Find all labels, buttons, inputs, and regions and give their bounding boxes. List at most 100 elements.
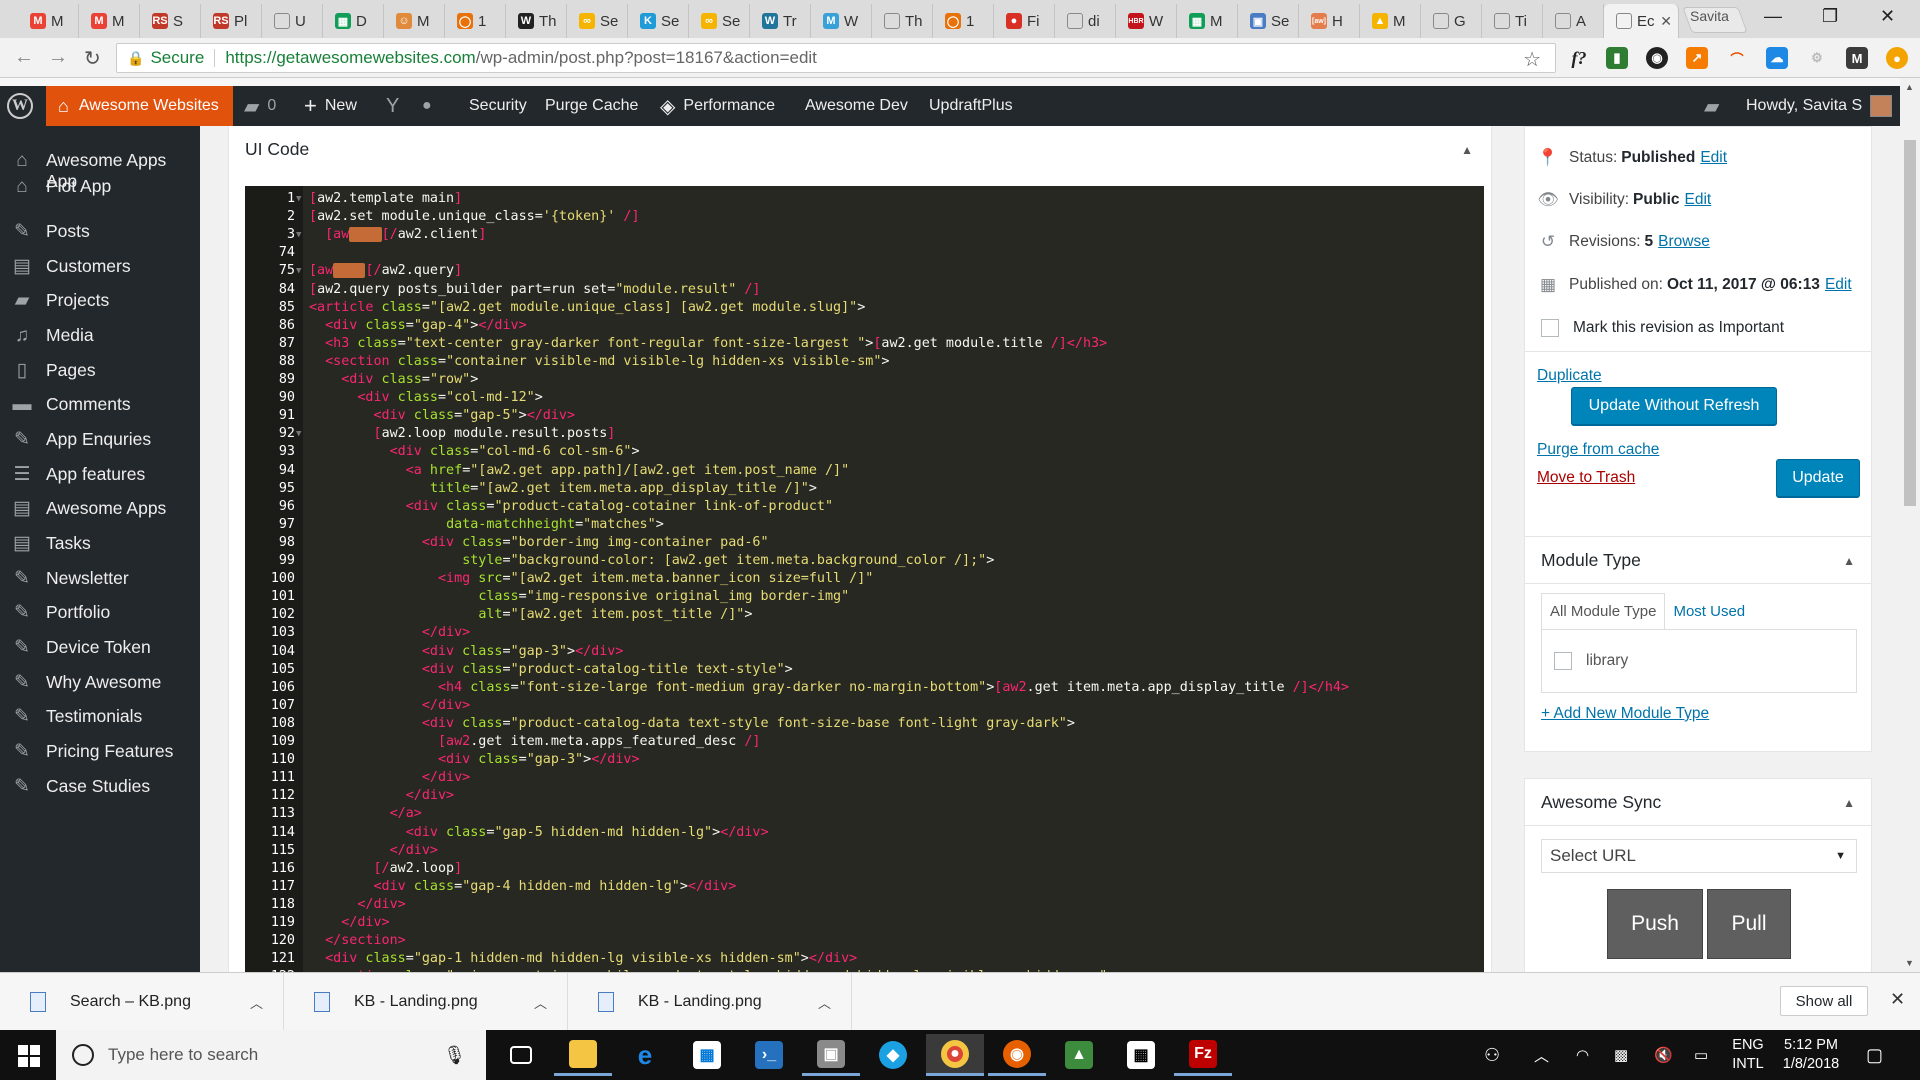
code-line[interactable]: 114 <div class="gap-5 hidden-md hidden-l… — [245, 824, 1484, 842]
comments-link[interactable]: ▰ 0 — [244, 86, 276, 126]
folded-code-marker[interactable]: .... — [349, 227, 382, 243]
mark-revision-checkbox[interactable] — [1541, 319, 1559, 337]
code-line[interactable]: 121 <div class="gap-1 hidden-md hidden-l… — [245, 950, 1484, 968]
code-line[interactable]: 98 <div class="border-img img-container … — [245, 534, 1484, 552]
chrome-menu-icon[interactable]: ● — [1886, 47, 1908, 69]
badge-extension-icon[interactable]: ☁ — [1766, 47, 1788, 69]
sidebar-item-posts[interactable]: ✎ Posts — [0, 221, 200, 242]
library-checkbox[interactable] — [1554, 652, 1572, 670]
browser-tab[interactable]: A — [1543, 4, 1604, 38]
browser-tab[interactable]: MW — [811, 4, 872, 38]
lens-extension-icon[interactable]: ◉ — [1646, 47, 1668, 69]
browser-tab[interactable]: W Tr — [750, 4, 811, 38]
sidebar-item-pages[interactable]: ▯ Pages — [0, 360, 200, 381]
image-app-icon[interactable]: ▲ — [1050, 1034, 1108, 1076]
code-line[interactable]: 107 </div> — [245, 697, 1484, 715]
filezilla-icon[interactable]: Fz — [1174, 1034, 1232, 1076]
code-line[interactable]: 100 <img src="[aw2.get item.meta.banner_… — [245, 570, 1484, 588]
browser-tab[interactable]: MM — [18, 4, 79, 38]
code-line[interactable]: 93 <div class="col-md-6 col-sm-6"> — [245, 443, 1484, 461]
browser-tab[interactable]: Ti — [1482, 4, 1543, 38]
code-line[interactable]: 109 [aw2.get item.meta.apps_featured_des… — [245, 733, 1484, 751]
adminbar-security[interactable]: Security — [469, 86, 527, 126]
code-line[interactable]: 92 ▼ [aw2.loop module.result.posts] — [245, 425, 1484, 443]
update-without-refresh-button[interactable]: Update Without Refresh — [1571, 387, 1777, 425]
scroll-up-icon[interactable]: ▲ — [1905, 82, 1914, 92]
code-line[interactable]: 115 </div> — [245, 842, 1484, 860]
people-icon[interactable]: ⚇ — [1484, 1030, 1500, 1080]
scroll-down-icon[interactable]: ▼ — [1905, 958, 1914, 968]
browser-tab[interactable]: MM — [79, 4, 140, 38]
microphone-icon[interactable]: 🎙 — [443, 1045, 466, 1066]
browser-tab[interactable]: W Th — [506, 4, 567, 38]
browser-tab[interactable]: [aw] H — [1299, 4, 1360, 38]
account-menu[interactable]: Howdy, Savita S — [1746, 86, 1893, 126]
code-line[interactable]: 117 <div class="gap-4 hidden-md hidden-l… — [245, 878, 1484, 896]
bookmark-star-icon[interactable]: ☆ — [1523, 47, 1541, 72]
code-line[interactable]: 2 [aw2.set module.unique_class='{token}' … — [245, 208, 1484, 226]
download-item[interactable]: KB - Landing.png ︿ — [284, 973, 568, 1031]
chevron-up-icon[interactable]: ︿ — [250, 993, 263, 1012]
download-item[interactable]: KB - Landing.png ︿ — [568, 973, 852, 1031]
active-browser-tab[interactable]: Ec ✕ — [1604, 4, 1679, 38]
code-line[interactable]: 116 [/aw2.loop] — [245, 860, 1484, 878]
select-url-dropdown[interactable]: Select URL ▼ — [1541, 839, 1857, 873]
browser-tab[interactable]: K Se — [628, 4, 689, 38]
yoast-icon[interactable]: Y — [386, 86, 399, 126]
taskbar-clock[interactable]: 5:12 PM 1/8/2018 — [1776, 1036, 1846, 1074]
code-line[interactable]: 102 alt="[aw2.get item.post_title /]"> — [245, 606, 1484, 624]
tab-close-icon[interactable]: ✕ — [1660, 13, 1672, 30]
code-line[interactable]: 87 <h3 class="text-center gray-darker fo… — [245, 335, 1484, 353]
chevron-up-icon[interactable]: ︿ — [818, 993, 831, 1012]
update-button[interactable]: Update — [1776, 459, 1860, 497]
sidebar-item-app-enquries[interactable]: ✎ App Enquries — [0, 429, 200, 450]
tab-all-module-type[interactable]: All Module Type — [1541, 593, 1666, 629]
code-line[interactable]: 106 <h4 class="font-size-large font-medi… — [245, 679, 1484, 697]
code-line[interactable]: 85 <article class="[aw2.get module.unique… — [245, 299, 1484, 317]
code-line[interactable]: 90 <div class="col-md-12"> — [245, 389, 1484, 407]
sidebar-item-newsletter[interactable]: ✎ Newsletter — [0, 568, 200, 589]
pull-button[interactable]: Pull — [1707, 889, 1791, 959]
edge-icon[interactable]: e — [616, 1034, 674, 1076]
sidebar-item-awesome-apps[interactable]: ▤ Awesome Apps — [0, 498, 200, 519]
wifi-icon[interactable]: ◠ — [1576, 1030, 1589, 1080]
reload-icon[interactable]: ↻ — [84, 46, 101, 71]
browser-tab[interactable]: ◯ 1 — [933, 4, 994, 38]
code-line[interactable]: 105 <div class="product-catalog-title te… — [245, 661, 1484, 679]
taskbar-search-input[interactable]: Type here to search 🎙 — [56, 1030, 486, 1080]
firefox-icon[interactable]: ◉ — [988, 1034, 1046, 1076]
sidebar-item-app-features[interactable]: ☰ App features — [0, 464, 200, 485]
code-line[interactable]: 95 title="[aw2.get item.meta.app_display… — [245, 480, 1484, 498]
code-line[interactable]: 110 <div class="gap-3"></div> — [245, 751, 1484, 769]
code-line[interactable]: 94 <a href="[aw2.get app.path]/[aw2.get … — [245, 462, 1484, 480]
adminbar-purge-cache[interactable]: Purge Cache — [545, 86, 638, 126]
edit-status-link[interactable]: Edit — [1700, 149, 1727, 167]
code-line[interactable]: 108 <div class="product-catalog-data tex… — [245, 715, 1484, 733]
collapse-arrow-icon[interactable]: ▲ — [1843, 554, 1855, 568]
task-view-icon[interactable] — [492, 1034, 550, 1076]
browser-tab[interactable]: ▣ Se — [1238, 4, 1299, 38]
code-line[interactable]: 119 </div> — [245, 914, 1484, 932]
edit-visibility-link[interactable]: Edit — [1685, 191, 1712, 209]
code-line[interactable]: 118 </div> — [245, 896, 1484, 914]
sidebar-item-portfolio[interactable]: ✎ Portfolio — [0, 602, 200, 623]
browser-tab[interactable]: Th — [872, 4, 933, 38]
code-line[interactable]: 91 <div class="gap-5"></div> — [245, 407, 1484, 425]
chevron-up-icon[interactable]: ︿ — [534, 993, 547, 1012]
show-all-button[interactable]: Show all — [1780, 986, 1868, 1016]
back-icon[interactable]: ← — [14, 46, 34, 69]
page-scrollbar[interactable]: ▲ ▼ — [1900, 78, 1920, 972]
folded-code-marker[interactable]: .... — [333, 263, 366, 279]
sidebar-item-testimonials[interactable]: ✎ Testimonials — [0, 706, 200, 727]
bird-app-icon[interactable]: ◆ — [864, 1034, 922, 1076]
browser-tab[interactable]: di — [1055, 4, 1116, 38]
edit-date-link[interactable]: Edit — [1825, 276, 1852, 294]
minimize-icon[interactable]: — — [1764, 6, 1782, 27]
chart-extension-icon[interactable]: ▮ — [1606, 47, 1628, 69]
code-line[interactable]: 96 <div class="product-catalog-cotainer … — [245, 498, 1484, 516]
sidebar-item-why-awesome[interactable]: ✎ Why Awesome — [0, 672, 200, 693]
move-to-trash-link[interactable]: Move to Trash — [1537, 469, 1635, 487]
windows-start-icon[interactable] — [18, 1045, 40, 1067]
browser-tab[interactable]: ◯ 1 — [445, 4, 506, 38]
fold-arrow-icon[interactable]: ▼ — [296, 190, 301, 208]
